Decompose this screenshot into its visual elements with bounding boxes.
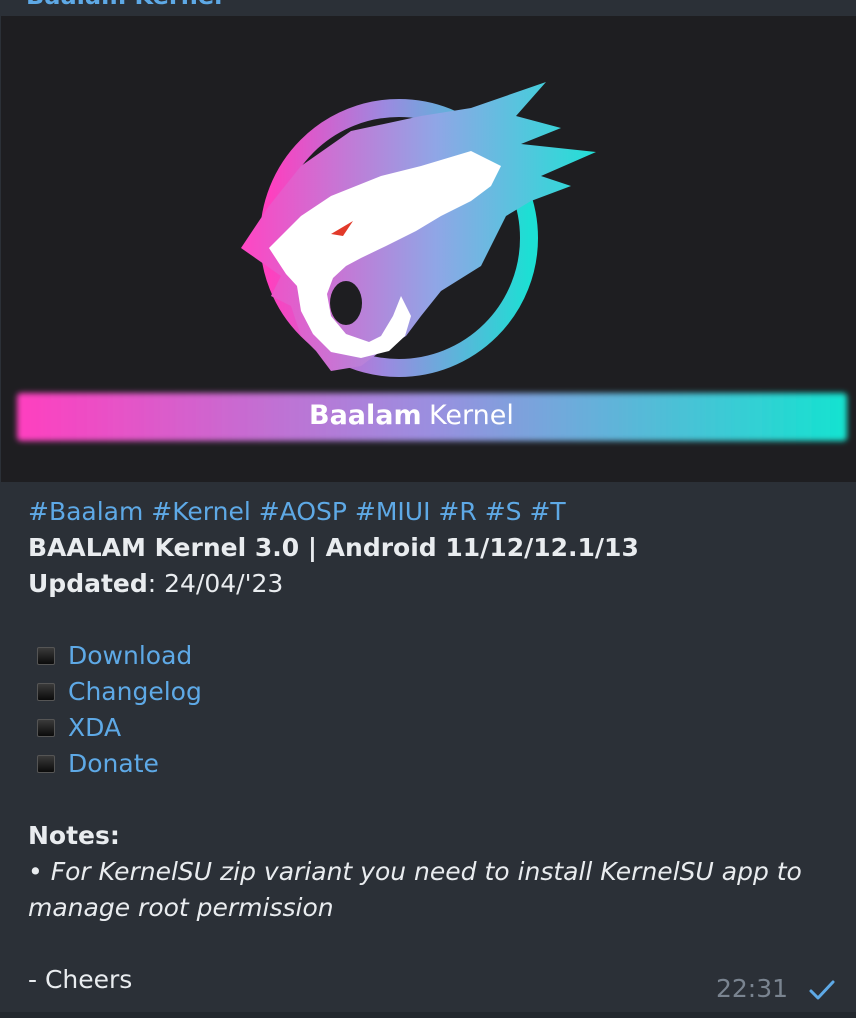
kernel-logo: Baalam Kernel <box>17 82 847 441</box>
updated-value: : 24/04/'23 <box>147 569 284 598</box>
link-donate[interactable]: Donate <box>28 746 838 782</box>
black-square-icon <box>37 647 55 665</box>
sender-strip: Baalam Kernel <box>0 0 856 16</box>
link-xda[interactable]: XDA <box>28 710 838 746</box>
link-xda-label[interactable]: XDA <box>68 713 121 742</box>
message-text: #Baalam #Kernel #AOSP #MIUI #R #S #T BAA… <box>28 494 838 998</box>
banner-title-bold: Baalam <box>309 400 422 431</box>
message-time: 22:31 <box>715 974 788 1003</box>
black-square-icon <box>37 683 55 701</box>
message-image[interactable]: Baalam Kernel <box>1 16 856 482</box>
link-donate-label[interactable]: Donate <box>68 749 159 778</box>
bubble-bottom-edge <box>0 1012 856 1018</box>
black-square-icon <box>37 755 55 773</box>
updated-line: Updated: 24/04/'23 <box>28 566 838 602</box>
hashtags[interactable]: #Baalam #Kernel #AOSP #MIUI #R #S #T <box>28 494 838 530</box>
link-changelog-label[interactable]: Changelog <box>68 677 202 706</box>
link-download[interactable]: Download <box>28 638 838 674</box>
notes-text: • For KernelSU zip variant you need to i… <box>28 857 802 922</box>
notes-label: Notes: <box>28 821 120 850</box>
black-square-icon <box>37 719 55 737</box>
post-title: BAALAM Kernel 3.0 | Android 11/12/12.1/1… <box>28 533 639 562</box>
link-changelog[interactable]: Changelog <box>28 674 838 710</box>
link-download-label[interactable]: Download <box>68 641 192 670</box>
check-icon <box>809 980 835 1000</box>
sender-name[interactable]: Baalam Kernel <box>26 0 222 10</box>
updated-label: Updated <box>28 569 148 598</box>
message-bubble: Baalam Kernel #Baalam #Kernel #AOSP #MIU… <box>0 0 856 1018</box>
banner-title-light: Kernel <box>429 400 514 431</box>
